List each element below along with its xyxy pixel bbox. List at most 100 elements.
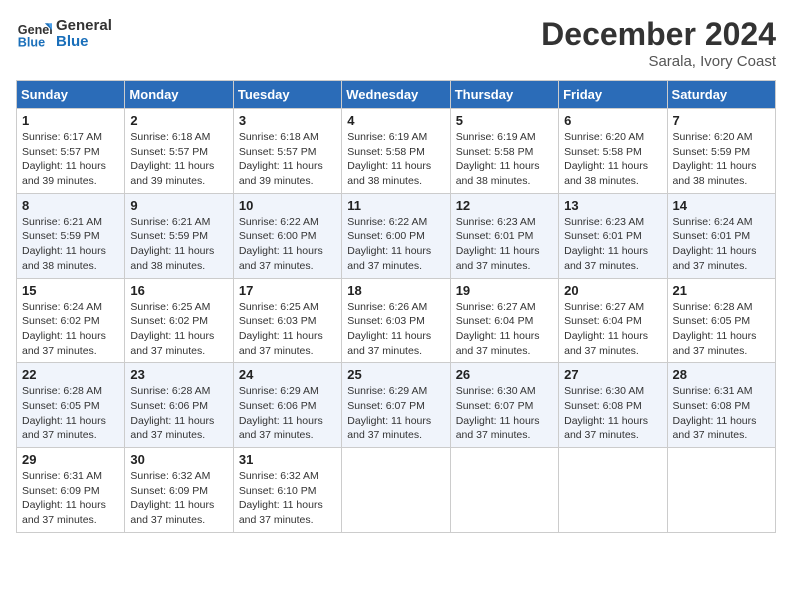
- day-info: Sunrise: 6:18 AM Sunset: 5:57 PM Dayligh…: [130, 130, 227, 189]
- day-number: 2: [130, 113, 227, 128]
- empty-cell: [342, 448, 450, 533]
- day-info: Sunrise: 6:24 AM Sunset: 6:02 PM Dayligh…: [22, 300, 119, 359]
- day-number: 31: [239, 452, 336, 467]
- calendar-week-row: 15 Sunrise: 6:24 AM Sunset: 6:02 PM Dayli…: [17, 278, 776, 363]
- day-info: Sunrise: 6:27 AM Sunset: 6:04 PM Dayligh…: [564, 300, 661, 359]
- calendar-cell-day-24: 24 Sunrise: 6:29 AM Sunset: 6:06 PM Dayli…: [233, 363, 341, 448]
- day-number: 30: [130, 452, 227, 467]
- logo-line1: General: [56, 18, 112, 35]
- logo-icon: General Blue: [16, 16, 52, 52]
- calendar-cell-day-3: 3 Sunrise: 6:18 AM Sunset: 5:57 PM Daylig…: [233, 109, 341, 194]
- day-info: Sunrise: 6:20 AM Sunset: 5:58 PM Dayligh…: [564, 130, 661, 189]
- day-number: 15: [22, 283, 119, 298]
- calendar-cell-day-14: 14 Sunrise: 6:24 AM Sunset: 6:01 PM Dayli…: [667, 193, 775, 278]
- day-number: 10: [239, 198, 336, 213]
- column-header-wednesday: Wednesday: [342, 81, 450, 109]
- calendar-cell-day-5: 5Sunrise: 6:19 AM Sunset: 5:58 PM Daylig…: [450, 109, 558, 194]
- day-info: Sunrise: 6:32 AM Sunset: 6:10 PM Dayligh…: [239, 469, 336, 528]
- calendar-cell-day-16: 16Sunrise: 6:25 AM Sunset: 6:02 PM Dayli…: [125, 278, 233, 363]
- day-info: Sunrise: 6:19 AM Sunset: 5:58 PM Dayligh…: [347, 130, 444, 189]
- day-number: 3: [239, 113, 336, 128]
- day-info: Sunrise: 6:21 AM Sunset: 5:59 PM Dayligh…: [130, 215, 227, 274]
- day-number: 24: [239, 367, 336, 382]
- empty-cell: [559, 448, 667, 533]
- day-number: 14: [673, 198, 770, 213]
- day-info: Sunrise: 6:29 AM Sunset: 6:07 PM Dayligh…: [347, 384, 444, 443]
- empty-cell: [667, 448, 775, 533]
- calendar-cell-day-10: 10Sunrise: 6:22 AM Sunset: 6:00 PM Dayli…: [233, 193, 341, 278]
- title-block: December 2024 Sarala, Ivory Coast: [541, 16, 776, 70]
- column-header-tuesday: Tuesday: [233, 81, 341, 109]
- day-number: 7: [673, 113, 770, 128]
- logo-line2: Blue: [56, 34, 112, 51]
- day-number: 16: [130, 283, 227, 298]
- column-header-saturday: Saturday: [667, 81, 775, 109]
- day-number: 28: [673, 367, 770, 382]
- calendar-cell-day-19: 19 Sunrise: 6:27 AM Sunset: 6:04 PM Dayli…: [450, 278, 558, 363]
- day-info: Sunrise: 6:22 AM Sunset: 6:00 PM Dayligh…: [347, 215, 444, 274]
- day-number: 19: [456, 283, 553, 298]
- day-info: Sunrise: 6:23 AM Sunset: 6:01 PM Dayligh…: [456, 215, 553, 274]
- column-header-thursday: Thursday: [450, 81, 558, 109]
- calendar-cell-day-13: 13 Sunrise: 6:23 AM Sunset: 6:01 PM Dayli…: [559, 193, 667, 278]
- location-subtitle: Sarala, Ivory Coast: [541, 53, 776, 70]
- calendar-week-row: 29Sunrise: 6:31 AM Sunset: 6:09 PM Dayli…: [17, 448, 776, 533]
- day-number: 12: [456, 198, 553, 213]
- day-number: 8: [22, 198, 119, 213]
- calendar-cell-day-25: 25 Sunrise: 6:29 AM Sunset: 6:07 PM Dayli…: [342, 363, 450, 448]
- calendar-cell-day-23: 23 Sunrise: 6:28 AM Sunset: 6:06 PM Dayli…: [125, 363, 233, 448]
- calendar-cell-day-31: 31 Sunrise: 6:32 AM Sunset: 6:10 PM Dayli…: [233, 448, 341, 533]
- calendar-cell-day-17: 17 Sunrise: 6:25 AM Sunset: 6:03 PM Dayli…: [233, 278, 341, 363]
- day-info: Sunrise: 6:29 AM Sunset: 6:06 PM Dayligh…: [239, 384, 336, 443]
- day-info: Sunrise: 6:18 AM Sunset: 5:57 PM Dayligh…: [239, 130, 336, 189]
- calendar-cell-day-29: 29Sunrise: 6:31 AM Sunset: 6:09 PM Dayli…: [17, 448, 125, 533]
- logo: General Blue General Blue: [16, 16, 112, 52]
- day-info: Sunrise: 6:31 AM Sunset: 6:08 PM Dayligh…: [673, 384, 770, 443]
- day-info: Sunrise: 6:25 AM Sunset: 6:03 PM Dayligh…: [239, 300, 336, 359]
- calendar-header-row: SundayMondayTuesdayWednesdayThursdayFrid…: [17, 81, 776, 109]
- column-header-sunday: Sunday: [17, 81, 125, 109]
- calendar-cell-day-21: 21Sunrise: 6:28 AM Sunset: 6:05 PM Dayli…: [667, 278, 775, 363]
- calendar-cell-day-30: 30Sunrise: 6:32 AM Sunset: 6:09 PM Dayli…: [125, 448, 233, 533]
- calendar-cell-day-2: 2 Sunrise: 6:18 AM Sunset: 5:57 PM Daylig…: [125, 109, 233, 194]
- day-info: Sunrise: 6:28 AM Sunset: 6:05 PM Dayligh…: [673, 300, 770, 359]
- calendar-week-row: 1Sunrise: 6:17 AM Sunset: 5:57 PM Daylig…: [17, 109, 776, 194]
- calendar-cell-day-6: 6 Sunrise: 6:20 AM Sunset: 5:58 PM Daylig…: [559, 109, 667, 194]
- day-number: 27: [564, 367, 661, 382]
- day-number: 18: [347, 283, 444, 298]
- day-info: Sunrise: 6:19 AM Sunset: 5:58 PM Dayligh…: [456, 130, 553, 189]
- calendar-cell-day-15: 15 Sunrise: 6:24 AM Sunset: 6:02 PM Dayli…: [17, 278, 125, 363]
- calendar-cell-day-7: 7 Sunrise: 6:20 AM Sunset: 5:59 PM Daylig…: [667, 109, 775, 194]
- calendar-cell-day-11: 11Sunrise: 6:22 AM Sunset: 6:00 PM Dayli…: [342, 193, 450, 278]
- day-info: Sunrise: 6:30 AM Sunset: 6:07 PM Dayligh…: [456, 384, 553, 443]
- day-number: 4: [347, 113, 444, 128]
- day-info: Sunrise: 6:24 AM Sunset: 6:01 PM Dayligh…: [673, 215, 770, 274]
- day-number: 23: [130, 367, 227, 382]
- day-info: Sunrise: 6:21 AM Sunset: 5:59 PM Dayligh…: [22, 215, 119, 274]
- calendar-cell-day-28: 28 Sunrise: 6:31 AM Sunset: 6:08 PM Dayli…: [667, 363, 775, 448]
- day-info: Sunrise: 6:28 AM Sunset: 6:05 PM Dayligh…: [22, 384, 119, 443]
- day-number: 22: [22, 367, 119, 382]
- calendar-cell-day-26: 26 Sunrise: 6:30 AM Sunset: 6:07 PM Dayli…: [450, 363, 558, 448]
- day-number: 6: [564, 113, 661, 128]
- day-info: Sunrise: 6:31 AM Sunset: 6:09 PM Dayligh…: [22, 469, 119, 528]
- day-info: Sunrise: 6:28 AM Sunset: 6:06 PM Dayligh…: [130, 384, 227, 443]
- calendar-cell-day-27: 27Sunrise: 6:30 AM Sunset: 6:08 PM Dayli…: [559, 363, 667, 448]
- day-info: Sunrise: 6:20 AM Sunset: 5:59 PM Dayligh…: [673, 130, 770, 189]
- calendar-week-row: 22 Sunrise: 6:28 AM Sunset: 6:05 PM Dayli…: [17, 363, 776, 448]
- calendar-cell-day-1: 1Sunrise: 6:17 AM Sunset: 5:57 PM Daylig…: [17, 109, 125, 194]
- empty-cell: [450, 448, 558, 533]
- day-info: Sunrise: 6:27 AM Sunset: 6:04 PM Dayligh…: [456, 300, 553, 359]
- day-number: 20: [564, 283, 661, 298]
- day-number: 25: [347, 367, 444, 382]
- day-number: 13: [564, 198, 661, 213]
- day-number: 1: [22, 113, 119, 128]
- calendar-table: SundayMondayTuesdayWednesdayThursdayFrid…: [16, 80, 776, 533]
- calendar-cell-day-22: 22 Sunrise: 6:28 AM Sunset: 6:05 PM Dayli…: [17, 363, 125, 448]
- day-number: 26: [456, 367, 553, 382]
- day-info: Sunrise: 6:23 AM Sunset: 6:01 PM Dayligh…: [564, 215, 661, 274]
- column-header-friday: Friday: [559, 81, 667, 109]
- calendar-cell-day-12: 12 Sunrise: 6:23 AM Sunset: 6:01 PM Dayli…: [450, 193, 558, 278]
- calendar-cell-day-4: 4 Sunrise: 6:19 AM Sunset: 5:58 PM Daylig…: [342, 109, 450, 194]
- day-number: 17: [239, 283, 336, 298]
